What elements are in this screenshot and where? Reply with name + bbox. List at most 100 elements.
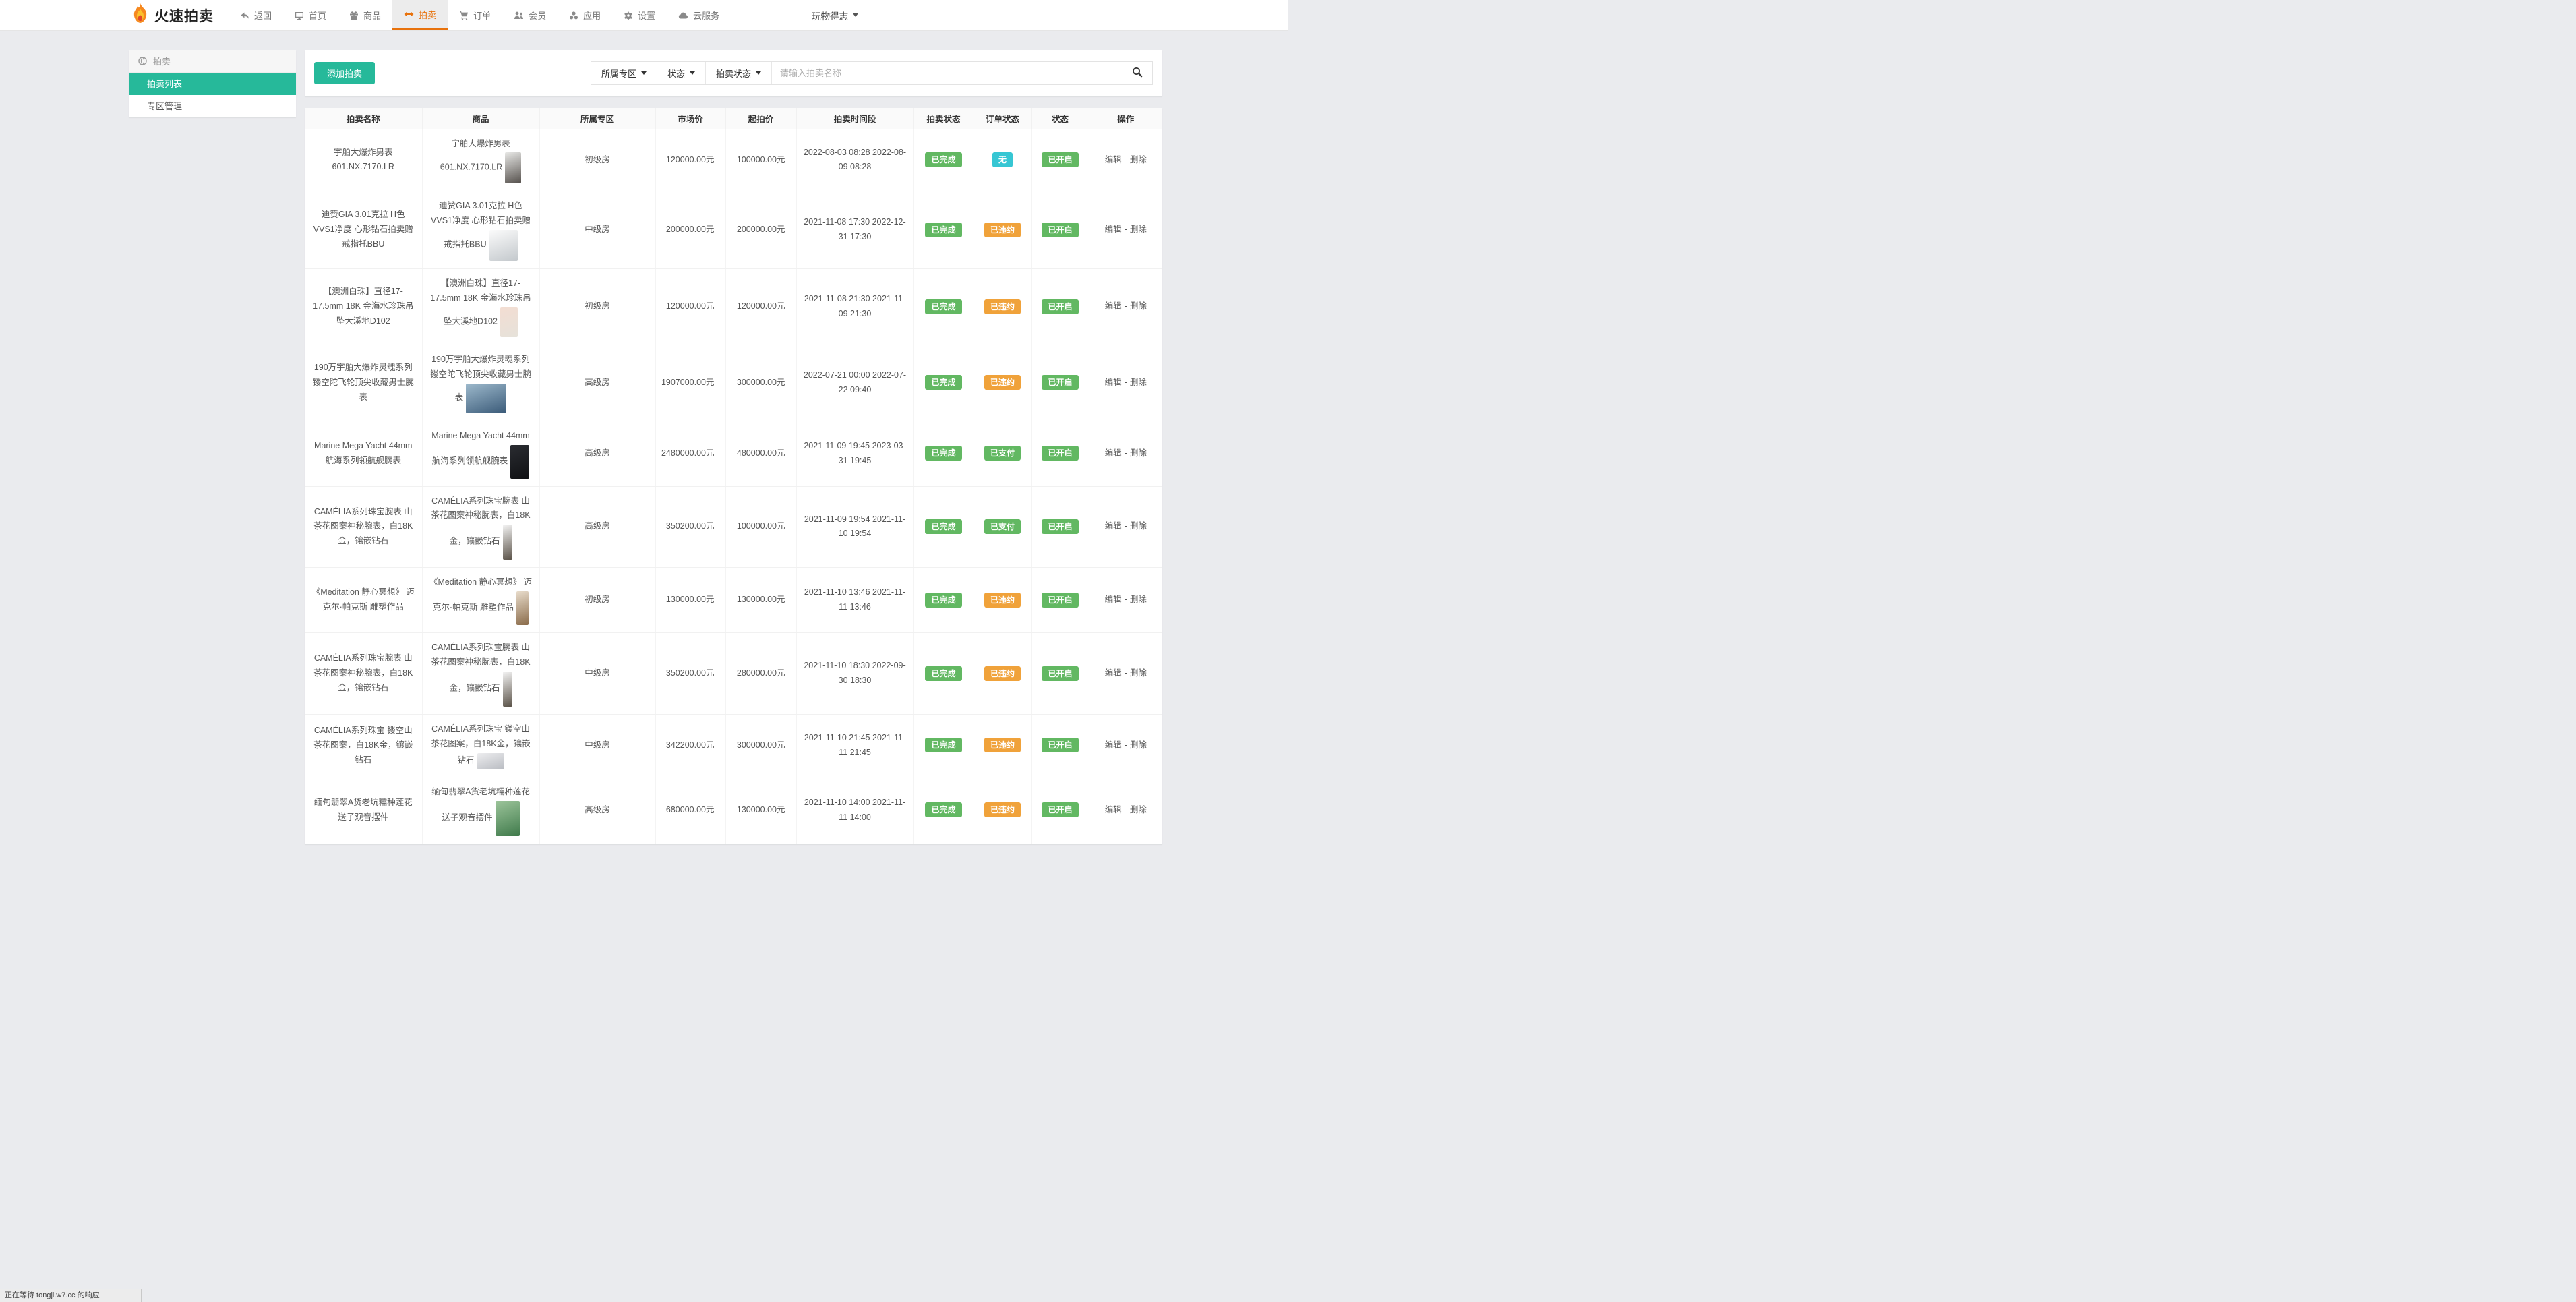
- edit-link[interactable]: 编辑: [1105, 378, 1122, 387]
- auction-status-badge: 已完成: [925, 802, 961, 817]
- nav-item-members[interactable]: 会员: [502, 0, 558, 30]
- auction-status-cell: 已完成: [913, 568, 974, 633]
- delete-link[interactable]: 删除: [1130, 595, 1147, 604]
- nav-item-home[interactable]: 首页: [283, 0, 338, 30]
- product-image: [477, 753, 504, 769]
- delete-link[interactable]: 删除: [1130, 225, 1147, 234]
- auction-table-card: 拍卖名称 商品 所属专区 市场价 起拍价 拍卖时间段 拍卖状态 订单状态 状态 …: [305, 108, 1162, 844]
- sidebar-item-auction-list[interactable]: 拍卖列表: [129, 73, 296, 95]
- filter-zone-dropdown[interactable]: 所属专区: [591, 62, 657, 84]
- auction-table-body: 宇舶大爆炸男表 601.NX.7170.LR 宇舶大爆炸男表 601.NX.71…: [305, 129, 1162, 844]
- add-auction-button[interactable]: 添加拍卖: [314, 62, 375, 84]
- delete-link[interactable]: 删除: [1130, 740, 1147, 750]
- edit-link[interactable]: 编辑: [1105, 740, 1122, 750]
- edit-link[interactable]: 编辑: [1105, 225, 1122, 234]
- product-image: [466, 384, 506, 413]
- delete-link[interactable]: 删除: [1130, 448, 1147, 458]
- product-image: [505, 152, 521, 183]
- nav-label: 返回: [254, 9, 272, 22]
- nav-label: 商品: [363, 9, 381, 22]
- order-status-badge: 已违约: [984, 666, 1021, 681]
- status-cell: 已开启: [1031, 191, 1089, 269]
- actions-cell: 编辑-删除: [1089, 421, 1162, 486]
- nav-item-goods[interactable]: 商品: [338, 0, 392, 30]
- order-status-badge: 已支付: [984, 446, 1021, 461]
- filter-status-dropdown[interactable]: 状态: [657, 62, 706, 84]
- edit-link[interactable]: 编辑: [1105, 805, 1122, 815]
- order-status-cell: 已违约: [974, 777, 1031, 844]
- search-button[interactable]: [1122, 62, 1152, 84]
- auction-name-cell: CAMÉLIA系列珠宝腕表 山茶花图案神秘腕表，白18K金，镶嵌钻石: [305, 486, 422, 568]
- sidebar-title: 拍卖: [153, 55, 171, 67]
- op-separator: -: [1125, 740, 1127, 750]
- account-dropdown[interactable]: 玩物得志: [812, 0, 858, 30]
- table-row: 190万宇舶大爆炸灵魂系列镂空陀飞轮顶尖收藏男士腕表 190万宇舶大爆炸灵魂系列…: [305, 345, 1162, 421]
- delete-link[interactable]: 删除: [1130, 155, 1147, 165]
- status-cell: 已开启: [1031, 421, 1089, 486]
- status-cell: 已开启: [1031, 486, 1089, 568]
- start-price-cell: 480000.00元: [725, 421, 796, 486]
- app-logo[interactable]: 火速拍卖: [131, 0, 214, 30]
- auction-name-cell: 【澳洲白珠】直径17-17.5mm 18K 金海水珍珠吊坠大溪地D102: [305, 269, 422, 345]
- zone-cell: 中级房: [539, 714, 655, 777]
- op-separator: -: [1125, 155, 1127, 165]
- status-badge: 已开启: [1042, 375, 1078, 390]
- edit-link[interactable]: 编辑: [1105, 668, 1122, 678]
- desktop-icon: [295, 11, 304, 20]
- auction-status-cell: 已完成: [913, 191, 974, 269]
- actions-cell: 编辑-删除: [1089, 269, 1162, 345]
- auction-status-badge: 已完成: [925, 375, 961, 390]
- edit-link[interactable]: 编辑: [1105, 155, 1122, 165]
- sidebar-item-zone-management[interactable]: 专区管理: [129, 95, 296, 117]
- actions-cell: 编辑-删除: [1089, 777, 1162, 844]
- auction-status-cell: 已完成: [913, 129, 974, 191]
- period-cell: 2021-11-10 18:30 2022-09-30 18:30: [796, 633, 913, 715]
- auction-name-cell: CAMÉLIA系列珠宝 镂空山茶花图案，白18K金，镶嵌钻石: [305, 714, 422, 777]
- zone-cell: 中级房: [539, 633, 655, 715]
- table-row: 缅甸翡翠A货老坑糯种莲花送子观音摆件 缅甸翡翠A货老坑糯种莲花送子观音摆件 高级…: [305, 777, 1162, 844]
- zone-cell: 中级房: [539, 191, 655, 269]
- page-content: 拍卖 拍卖列表 专区管理 添加拍卖 所属专区 状态 拍卖状态: [0, 31, 1288, 844]
- nav-label: 会员: [529, 9, 546, 22]
- nav-item-back[interactable]: 返回: [229, 0, 283, 30]
- actions-cell: 编辑-删除: [1089, 486, 1162, 568]
- op-separator: -: [1125, 595, 1127, 604]
- status-badge: 已开启: [1042, 223, 1078, 237]
- nav-label: 首页: [309, 9, 326, 22]
- order-status-cell: 无: [974, 129, 1031, 191]
- product-cell: 缅甸翡翠A货老坑糯种莲花送子观音摆件: [422, 777, 539, 844]
- delete-link[interactable]: 删除: [1130, 301, 1147, 311]
- delete-link[interactable]: 删除: [1130, 805, 1147, 815]
- order-status-badge: 无: [992, 152, 1013, 167]
- product-cell: CAMÉLIA系列珠宝腕表 山茶花图案神秘腕表，白18K金，镶嵌钻石: [422, 633, 539, 715]
- nav-item-orders[interactable]: 订单: [448, 0, 502, 30]
- start-price-cell: 130000.00元: [725, 777, 796, 844]
- status-badge: 已开启: [1042, 519, 1078, 534]
- nav-item-cloud[interactable]: 云服务: [667, 0, 731, 30]
- auction-status-cell: 已完成: [913, 633, 974, 715]
- col-order-status: 订单状态: [974, 108, 1031, 129]
- edit-link[interactable]: 编辑: [1105, 521, 1122, 531]
- nav-item-settings[interactable]: 设置: [612, 0, 667, 30]
- market-price-cell: 200000.00元: [655, 191, 725, 269]
- nav-item-auction[interactable]: 拍卖: [392, 0, 448, 30]
- delete-link[interactable]: 删除: [1130, 521, 1147, 531]
- delete-link[interactable]: 删除: [1130, 378, 1147, 387]
- nav-item-apps[interactable]: 应用: [558, 0, 612, 30]
- product-name: 宇舶大爆炸男表 601.NX.7170.LR: [440, 139, 510, 172]
- status-cell: 已开启: [1031, 568, 1089, 633]
- edit-link[interactable]: 编辑: [1105, 595, 1122, 604]
- status-badge: 已开启: [1042, 446, 1078, 461]
- filter-auction-status-dropdown[interactable]: 拍卖状态: [706, 62, 772, 84]
- auction-status-cell: 已完成: [913, 345, 974, 421]
- start-price-cell: 100000.00元: [725, 129, 796, 191]
- sidebar: 拍卖 拍卖列表 专区管理: [129, 50, 296, 117]
- edit-link[interactable]: 编辑: [1105, 448, 1122, 458]
- search-input[interactable]: [772, 62, 1122, 84]
- auction-status-badge: 已完成: [925, 519, 961, 534]
- edit-link[interactable]: 编辑: [1105, 301, 1122, 311]
- market-price-cell: 680000.00元: [655, 777, 725, 844]
- market-price-cell: 130000.00元: [655, 568, 725, 633]
- delete-link[interactable]: 删除: [1130, 668, 1147, 678]
- market-price-cell: 350200.00元: [655, 633, 725, 715]
